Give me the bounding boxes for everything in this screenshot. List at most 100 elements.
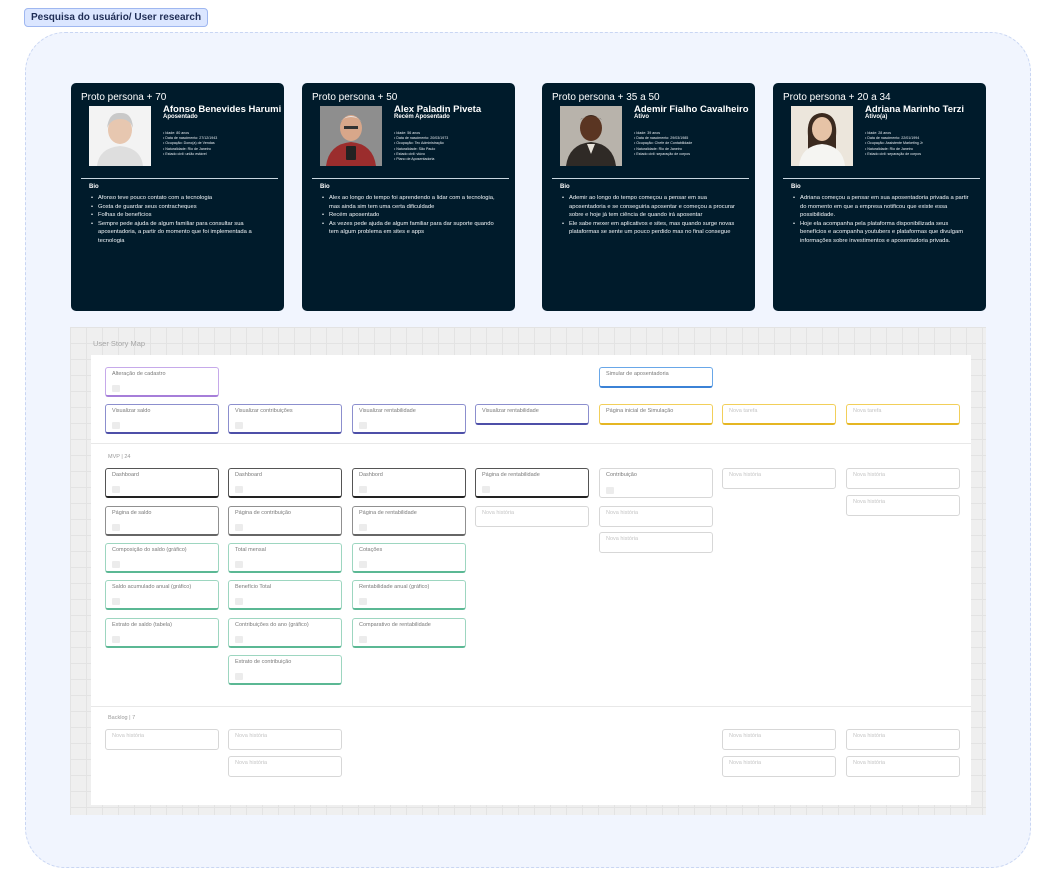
story-card[interactable]: Página de rentabilidade — [475, 468, 589, 498]
persona-facts: Idade: 39 anos Data de nascimento: 29/03… — [634, 131, 692, 157]
story-card[interactable]: Dashboard — [228, 468, 342, 498]
card-label: Benefício Total — [235, 584, 271, 590]
persona-card-4[interactable]: Proto persona + 20 a 34 Adriana Marinho … — [773, 83, 986, 311]
card-label: Saldo acumulado anual (gráfico) — [112, 584, 192, 590]
card-label: Dashbord — [359, 472, 383, 478]
persona-bio: Alex ao longo do tempo foi aprendendo a … — [322, 194, 503, 237]
card-label: Nova história — [729, 733, 762, 739]
story-card[interactable]: Total mensal — [228, 543, 342, 573]
card-label: Nova história — [112, 733, 145, 739]
card-label: Página de rentabilidade — [482, 472, 540, 478]
story-card[interactable]: Dashboard — [105, 468, 219, 498]
story-card[interactable]: Nova história — [846, 756, 960, 777]
story-card[interactable]: Nova história — [228, 756, 342, 777]
card-label: Extrato de saldo (tabela) — [112, 622, 172, 628]
persona-facts: Idade: 28 anos Data de nascimento: 22/01… — [865, 131, 923, 157]
avatar-chip — [112, 486, 120, 493]
avatar-chip — [359, 422, 367, 429]
story-card[interactable]: Nova história — [846, 729, 960, 750]
user-story-map-board[interactable]: User Story Map Alteração de cadastro Sim… — [70, 327, 986, 815]
story-card[interactable]: Dashbord — [352, 468, 466, 498]
activity-card[interactable]: Nova tarefa — [846, 404, 960, 425]
card-label: Nova história — [235, 760, 268, 766]
divider — [552, 178, 749, 179]
avatar-chip — [359, 524, 367, 531]
story-card[interactable]: Contribuições do ano (gráfico) — [228, 618, 342, 648]
activity-card[interactable]: Simular de aposentadoria — [599, 367, 713, 388]
avatar-chip — [112, 636, 120, 643]
bio-item: Hoje ela acompanha pela plataforma dispo… — [793, 220, 974, 246]
activity-card[interactable]: Página inicial de Simulação — [599, 404, 713, 425]
persona-bio: Ademir ao longo do tempo começou a pensa… — [562, 194, 743, 237]
card-label: Visualizar rentabilidade — [482, 408, 539, 414]
bio-item: Recém aposentado — [322, 211, 503, 220]
story-card[interactable]: Nova história — [599, 506, 713, 527]
card-label: Extrato de contribuição — [235, 659, 292, 665]
persona-heading: Proto persona + 35 a 50 — [552, 92, 660, 103]
avatar-chip — [359, 636, 367, 643]
story-card[interactable]: Nova história — [228, 729, 342, 750]
story-card[interactable]: Saldo acumulado anual (gráfico) — [105, 580, 219, 610]
story-card[interactable]: Nova história — [722, 729, 836, 750]
activity-card[interactable]: Visualizar saldo — [105, 404, 219, 434]
divider — [783, 178, 980, 179]
story-card[interactable]: Contribuição — [599, 468, 713, 498]
card-label: Página inicial de Simulação — [606, 408, 674, 414]
avatar-chip — [606, 487, 614, 494]
avatar-chip — [359, 598, 367, 605]
card-label: Total mensal — [235, 547, 266, 553]
card-label: Visualizar saldo — [112, 408, 151, 414]
activity-card[interactable]: Alteração de cadastro — [105, 367, 219, 397]
release-separator — [91, 443, 971, 444]
story-card[interactable]: Extrato de saldo (tabela) — [105, 618, 219, 648]
story-card[interactable]: Página de contribuição — [228, 506, 342, 536]
story-card[interactable]: Benefício Total — [228, 580, 342, 610]
avatar-chip — [235, 673, 243, 680]
release-separator — [91, 706, 971, 707]
avatar-chip — [235, 524, 243, 531]
card-label: Cotações — [359, 547, 383, 553]
activity-card[interactable]: Visualizar contribuições — [228, 404, 342, 434]
card-label: Composição do saldo (gráfico) — [112, 547, 187, 553]
release-label-backlog[interactable]: Backlog | 7 — [108, 715, 135, 721]
story-card[interactable]: Nova história — [722, 468, 836, 489]
persona-status: Aposentado — [163, 114, 198, 120]
story-card[interactable]: Nova história — [722, 756, 836, 777]
fact-item: Plano de Aposentadoria — [394, 157, 448, 162]
story-card[interactable]: Nova história — [846, 468, 960, 489]
persona-name: Ademir Fialho Cavalheiro — [634, 104, 749, 115]
card-label: Contribuição — [606, 472, 637, 478]
story-card[interactable]: Extrato de contribuição — [228, 655, 342, 685]
card-label: Contribuições do ano (gráfico) — [235, 622, 309, 628]
persona-card-2[interactable]: Proto persona + 50 Alex Paladin Piveta R… — [302, 83, 515, 311]
story-card[interactable]: Página de saldo — [105, 506, 219, 536]
release-label-mvp[interactable]: MVP | 24 — [108, 454, 130, 460]
story-card[interactable]: Nova história — [846, 495, 960, 516]
card-label: Nova história — [853, 733, 886, 739]
card-label: Rentabilidade anual (gráfico) — [359, 584, 430, 590]
story-card[interactable]: Nova história — [599, 532, 713, 553]
bio-title: Bio — [89, 184, 99, 190]
story-card[interactable]: Nova história — [105, 729, 219, 750]
story-card[interactable]: Composição do saldo (gráfico) — [105, 543, 219, 573]
story-card[interactable]: Página de rentabilidade — [352, 506, 466, 536]
avatar-chip — [235, 598, 243, 605]
release-name: Backlog — [108, 715, 128, 721]
frame-label[interactable]: Pesquisa do usuário/ User research — [24, 8, 209, 27]
story-card[interactable]: Rentabilidade anual (gráfico) — [352, 580, 466, 610]
divider — [312, 178, 509, 179]
activity-card[interactable]: Visualizar rentabilidade — [352, 404, 466, 434]
activity-card[interactable]: Visualizar rentabilidade — [475, 404, 589, 425]
persona-status: Ativo — [634, 114, 649, 120]
persona-card-1[interactable]: Proto persona + 70 Afonso Benevides Haru… — [71, 83, 284, 311]
bio-item: Gosta de guardar seus contracheques — [91, 203, 272, 212]
activity-card[interactable]: Nova tarefa — [722, 404, 836, 425]
fact-item: Ocupação: Tec Administração — [394, 141, 448, 146]
story-card[interactable]: Comparativo de rentabilidade — [352, 618, 466, 648]
persona-card-3[interactable]: Proto persona + 35 a 50 Ademir Fialho Ca… — [542, 83, 755, 311]
story-card[interactable]: Cotações — [352, 543, 466, 573]
bio-title: Bio — [560, 184, 570, 190]
card-label: Dashboard — [235, 472, 262, 478]
card-label: Página de rentabilidade — [359, 510, 417, 516]
story-card[interactable]: Nova história — [475, 506, 589, 527]
